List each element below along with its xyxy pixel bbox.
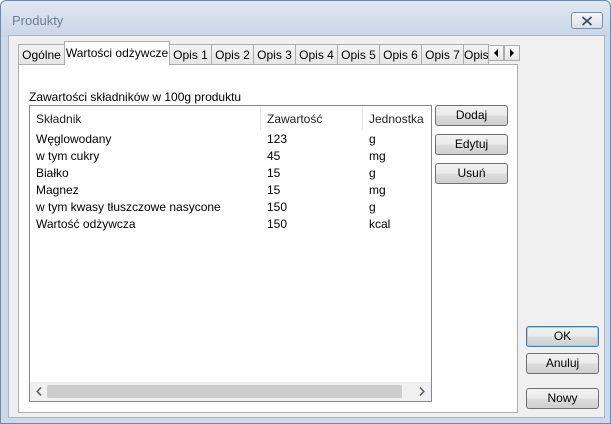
unit-cell: mg (369, 183, 386, 197)
unit-cell: g (369, 132, 376, 146)
column-header-unit[interactable]: Jednostka (363, 106, 431, 130)
close-icon (581, 15, 593, 26)
scroll-left-icon (494, 49, 498, 57)
dialog-client-area: Ogólne Wartości odżywcze Opis 1 Opis 2 O… (8, 35, 605, 418)
tab-label: Opis 7 (425, 48, 460, 62)
tab-description-8[interactable]: Opis (463, 44, 489, 64)
add-button[interactable]: Dodaj (435, 105, 508, 126)
ok-button[interactable]: OK (526, 326, 599, 347)
amount-cell: 15 (267, 183, 281, 197)
tab-label: Opis 6 (383, 48, 418, 62)
ingredient-cell: Węglowodany (36, 132, 112, 146)
tab-scroll-left-button[interactable] (488, 45, 504, 61)
tab-label: Opis 4 (299, 48, 334, 62)
table-row[interactable]: w tym cukry 45 mg (30, 148, 431, 165)
amount-cell: 123 (267, 132, 288, 146)
table-row[interactable]: Wartość odżywcza 150 kcal (30, 216, 431, 233)
table-row[interactable]: Węglowodany 123 g (30, 131, 431, 148)
scrollbar-thumb[interactable] (47, 385, 402, 398)
tab-label: Opis 3 (257, 48, 292, 62)
tab-description-1[interactable]: Opis 1 (169, 44, 212, 64)
tab-description-6[interactable]: Opis 6 (379, 44, 422, 64)
amount-cell: 150 (267, 217, 288, 231)
tab-scroll-buttons (488, 45, 520, 61)
title-bar: Produkty (1, 1, 610, 37)
unit-cell: kcal (369, 217, 391, 231)
tab-label: Opis (464, 48, 489, 62)
unit-cell: g (369, 200, 376, 214)
scroll-right-icon (510, 49, 514, 57)
ingredient-cell: w tym kwasy tłuszczowe nasycone (36, 200, 221, 214)
tab-nutrition[interactable]: Wartości odżywcze (64, 41, 170, 65)
tab-label: Opis 2 (215, 48, 250, 62)
amount-cell: 45 (267, 149, 281, 163)
ingredient-cell: Białko (36, 166, 69, 180)
tab-description-4[interactable]: Opis 4 (295, 44, 338, 64)
ingredient-cell: Wartość odżywcza (36, 217, 136, 231)
table-row[interactable]: Magnez 15 mg (30, 182, 431, 199)
amount-cell: 150 (267, 200, 288, 214)
tab-description-5[interactable]: Opis 5 (337, 44, 380, 64)
chevron-right-icon (419, 387, 425, 396)
nutrition-list[interactable]: Składnik Zawartość Jednostka Węglowodany… (29, 105, 432, 402)
column-header-ingredient[interactable]: Składnik (30, 106, 261, 130)
list-header: Składnik Zawartość Jednostka (30, 106, 431, 130)
close-button[interactable] (571, 12, 603, 29)
scroll-right-button[interactable] (414, 384, 430, 399)
tab-label: Opis 1 (173, 48, 208, 62)
tab-general[interactable]: Ogólne (18, 44, 65, 64)
unit-cell: mg (369, 149, 386, 163)
table-row[interactable]: Białko 15 g (30, 165, 431, 182)
tab-description-7[interactable]: Opis 7 (421, 44, 464, 64)
edit-button[interactable]: Edytuj (435, 134, 508, 155)
amount-cell: 15 (267, 166, 281, 180)
cancel-button[interactable]: Anuluj (526, 353, 599, 374)
tab-description-3[interactable]: Opis 3 (253, 44, 296, 64)
remove-button[interactable]: Usuń (435, 163, 508, 184)
ingredient-cell: Magnez (36, 183, 79, 197)
nutrition-tab-page: Zawartości składników w 100g produktu Sk… (18, 64, 518, 413)
window-title: Produkty (12, 13, 64, 28)
new-button[interactable]: Nowy (526, 388, 599, 409)
section-label: Zawartości składników w 100g produktu (29, 90, 242, 104)
horizontal-scrollbar[interactable] (30, 382, 431, 401)
tab-scroll-right-button[interactable] (504, 45, 520, 61)
tab-label: Ogólne (22, 48, 61, 62)
scroll-left-button[interactable] (31, 384, 47, 399)
chevron-left-icon (36, 387, 42, 396)
ingredient-cell: w tym cukry (36, 149, 100, 163)
column-header-amount[interactable]: Zawartość (261, 106, 363, 130)
products-window: Produkty Ogólne Wartości odżywcze Opis 1… (0, 0, 611, 424)
tab-label: Opis 5 (341, 48, 376, 62)
unit-cell: g (369, 166, 376, 180)
tab-label: Wartości odżywcze (65, 46, 169, 60)
table-row[interactable]: w tym kwasy tłuszczowe nasycone 150 g (30, 199, 431, 216)
tab-description-2[interactable]: Opis 2 (211, 44, 254, 64)
